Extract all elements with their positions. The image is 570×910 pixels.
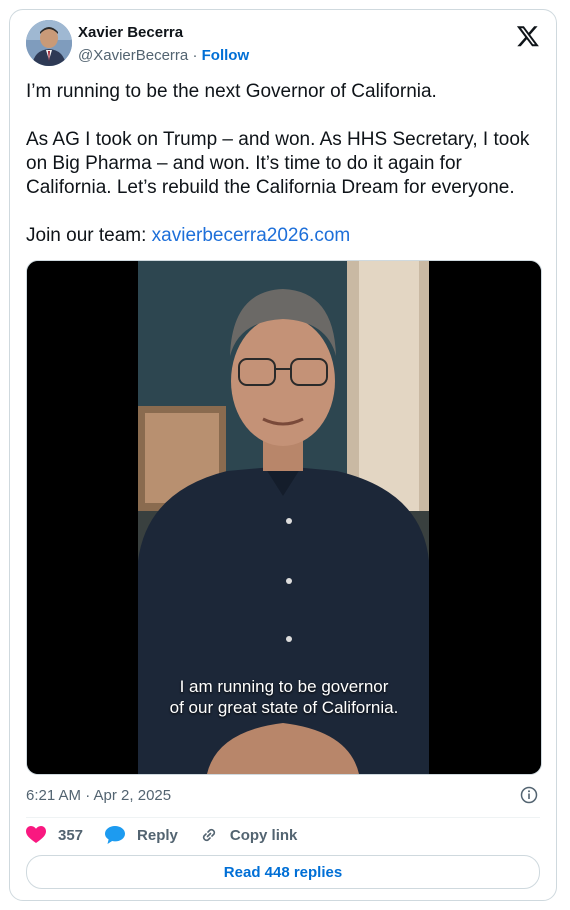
copy-link-button[interactable]: Copy link [200, 826, 298, 844]
link-icon [202, 828, 215, 842]
like-button[interactable]: 357 [26, 826, 83, 844]
avatar[interactable] [26, 20, 72, 66]
tweet-line-1: I’m running to be the next Governor of C… [26, 81, 437, 102]
handle-separator: · [188, 47, 202, 64]
reply-bubble-icon [105, 826, 126, 844]
x-logo-icon[interactable] [516, 24, 540, 48]
author-handle[interactable]: @XavierBecerra [78, 47, 188, 64]
heart-icon [26, 826, 46, 843]
reply-button[interactable]: Reply [105, 826, 178, 844]
caption-line-1: I am running to be governor [179, 677, 389, 696]
campaign-link[interactable]: xavierbecerra2026.com [152, 225, 351, 246]
join-label: Join our team: [26, 225, 152, 246]
read-replies-button[interactable]: Read 448 replies [26, 855, 540, 889]
copy-link-label: Copy link [229, 826, 298, 844]
reply-label: Reply [137, 826, 178, 844]
tweet-line-2: As AG I took on Trump – and won. As HHS … [26, 129, 530, 198]
author-handle-line: @XavierBecerra · Follow [78, 47, 249, 64]
action-bar: 357 Reply Copy link [26, 825, 319, 845]
tweet-join-line: Join our team: xavierbecerra2026.com [26, 224, 546, 248]
timestamp[interactable]: 6:21 AM · Apr 2, 2025 [26, 787, 171, 804]
tweet-text: I’m running to be the next Governor of C… [26, 80, 546, 272]
caption-line-2: of our great state of California. [169, 698, 399, 717]
tweet-card: Xavier Becerra @XavierBecerra · Follow I… [9, 9, 557, 901]
author-name[interactable]: Xavier Becerra [78, 24, 183, 41]
read-replies-label: Read 448 replies [223, 863, 343, 881]
divider [26, 817, 540, 818]
video-caption: I am running to be governor of our great… [27, 676, 541, 718]
follow-button[interactable]: Follow [202, 47, 250, 64]
video-player[interactable]: I am running to be governor of our great… [26, 260, 542, 775]
info-icon[interactable] [520, 786, 538, 804]
like-count: 357 [58, 826, 84, 844]
